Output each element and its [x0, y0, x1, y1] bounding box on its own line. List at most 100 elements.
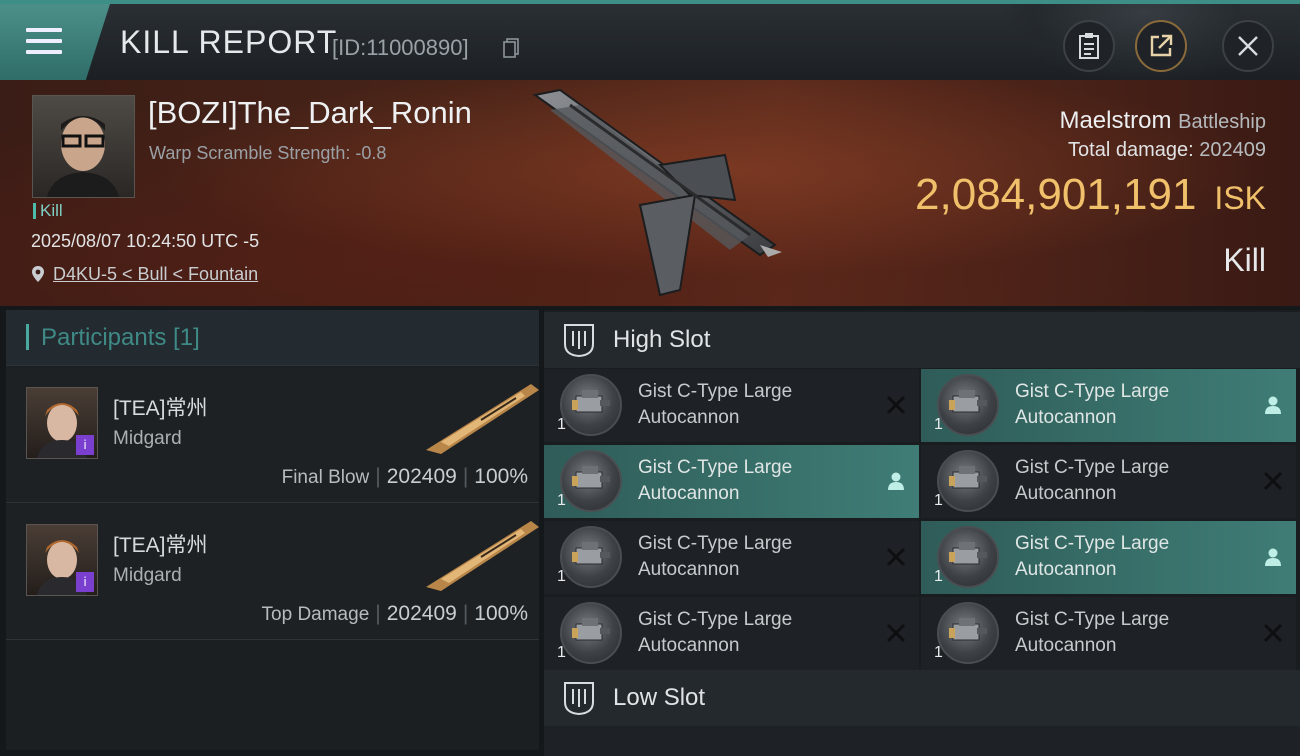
- module-name: Gist C-Type Large Autocannon: [638, 533, 793, 580]
- autocannon-icon: [560, 526, 622, 588]
- close-button[interactable]: [1222, 20, 1274, 72]
- participant-percent: 100%: [474, 602, 528, 625]
- module-name: Gist C-Type Large Autocannon: [1015, 533, 1170, 580]
- module-name: Gist C-Type Large Autocannon: [1015, 457, 1170, 504]
- module-quantity: 1: [557, 568, 566, 585]
- faction-badge-icon: i: [76, 572, 94, 592]
- destroyed-x-icon: [886, 623, 906, 643]
- warp-scramble-strength: Warp Scramble Strength: -0.8: [149, 143, 387, 163]
- weapon-icon: [426, 521, 539, 591]
- total-damage: Total damage: 202409: [1068, 139, 1266, 162]
- kill-datetime: 2025/08/07 10:24:50 UTC -5: [31, 231, 260, 251]
- faction-badge-icon: i: [76, 435, 94, 455]
- participant-ship: Midgard: [113, 428, 182, 449]
- menu-button[interactable]: [0, 4, 110, 80]
- ship-image: [532, 88, 782, 297]
- autocannon-icon: [937, 374, 999, 436]
- kill-location[interactable]: D4KU-5 < Bull < Fountain: [31, 264, 258, 285]
- module-quantity: 1: [934, 568, 943, 585]
- module-name: Gist C-Type Large Autocannon: [638, 609, 793, 656]
- module-name: Gist C-Type Large Autocannon: [638, 457, 793, 504]
- module-quantity: 1: [557, 644, 566, 661]
- share-icon: [1150, 34, 1173, 57]
- module-slot[interactable]: 1 Gist C-Type Large Autocannon: [544, 445, 919, 518]
- total-damage-value: 202409: [1199, 139, 1266, 161]
- top-bar: KILL REPORT [ID:11000890]: [0, 0, 1300, 84]
- dropped-person-icon: [1265, 396, 1281, 414]
- module-quantity: 1: [557, 416, 566, 433]
- low-slot-title: Low Slot: [613, 684, 706, 711]
- isk-unit: ISK: [1214, 180, 1266, 216]
- dropped-person-icon: [888, 472, 904, 490]
- location-pin-icon: [32, 266, 44, 282]
- portrait-icon: [47, 116, 119, 197]
- participant-role: Top Damage: [261, 604, 370, 625]
- destroyed-x-icon: [886, 395, 906, 415]
- participant-name[interactable]: [TEA]常州: [113, 392, 208, 422]
- module-quantity: 1: [934, 492, 943, 509]
- participant-percent: 100%: [474, 465, 528, 488]
- page-title: KILL REPORT: [120, 24, 338, 60]
- victim-banner: [BOZI]The_Dark_Ronin Warp Scramble Stren…: [0, 80, 1300, 306]
- high-slot-icon: [564, 324, 594, 358]
- isk-amount: 2,084,901,191: [915, 170, 1197, 219]
- autocannon-icon: [560, 374, 622, 436]
- low-slot-header[interactable]: Low Slot: [544, 670, 1300, 726]
- participant-name[interactable]: [TEA]常州: [113, 529, 208, 559]
- ship-type[interactable]: Maelstrom Battleship: [1059, 107, 1266, 135]
- location-link[interactable]: D4KU-5 < Bull < Fountain: [53, 264, 258, 284]
- high-slot-header[interactable]: High Slot: [544, 312, 1300, 368]
- autocannon-icon: [560, 602, 622, 664]
- copy-icon[interactable]: [503, 38, 519, 58]
- autocannon-icon: [937, 526, 999, 588]
- participants-header: Participants [1]: [6, 310, 539, 366]
- kill-tag: Kill: [33, 202, 63, 219]
- participants-title: Participants [1]: [41, 324, 200, 351]
- module-name: Gist C-Type Large Autocannon: [1015, 381, 1170, 428]
- participant-stats: Top Damage | 202409 | 100%: [261, 602, 528, 625]
- module-slot[interactable]: 1 Gist C-Type Large Autocannon: [921, 597, 1296, 670]
- module-quantity: 1: [557, 492, 566, 509]
- autocannon-icon: [937, 602, 999, 664]
- module-quantity: 1: [934, 644, 943, 661]
- participants-panel: Participants [1] i [TEA]常州 Midgard Final…: [6, 310, 539, 750]
- high-slot-title: High Slot: [613, 326, 711, 353]
- ship-class: Battleship: [1178, 111, 1266, 133]
- participant-stats: Final Blow | 202409 | 100%: [281, 465, 528, 488]
- share-button[interactable]: [1135, 20, 1187, 72]
- destroyed-x-icon: [1263, 471, 1283, 491]
- module-name: Gist C-Type Large Autocannon: [638, 381, 793, 428]
- clipboard-button[interactable]: [1063, 20, 1115, 72]
- header-accent-bar: [26, 324, 29, 350]
- background-planet: [1000, 4, 1240, 84]
- module-name: Gist C-Type Large Autocannon: [1015, 609, 1170, 656]
- total-damage-label: Total damage:: [1068, 139, 1194, 161]
- participant-damage: 202409: [386, 465, 457, 488]
- module-slot[interactable]: 1 Gist C-Type Large Autocannon: [544, 597, 919, 670]
- module-slot[interactable]: 1 Gist C-Type Large Autocannon: [544, 521, 919, 594]
- destroyed-x-icon: [1263, 623, 1283, 643]
- victim-name[interactable]: [BOZI]The_Dark_Ronin: [148, 95, 472, 131]
- module-slot[interactable]: 1 Gist C-Type Large Autocannon: [921, 369, 1296, 442]
- participant-role: Final Blow: [281, 467, 370, 488]
- menu-icon: [26, 28, 62, 54]
- report-id: [ID:11000890]: [332, 35, 469, 60]
- clipboard-icon: [1079, 33, 1099, 59]
- ship-name: Maelstrom: [1059, 107, 1172, 134]
- weapon-icon: [426, 384, 539, 454]
- victim-avatar[interactable]: [32, 95, 135, 198]
- isk-value: 2,084,901,191 ISK: [915, 170, 1266, 220]
- module-slot[interactable]: 1 Gist C-Type Large Autocannon: [544, 369, 919, 442]
- participant-row[interactable]: i [TEA]常州 Midgard Final Blow | 202409 | 100%: [6, 367, 539, 503]
- autocannon-icon: [560, 450, 622, 512]
- low-slot-row-partial[interactable]: [544, 726, 1300, 756]
- participant-row[interactable]: i [TEA]常州 Midgard Top Damage | 202409 | 100%: [6, 504, 539, 640]
- module-quantity: 1: [934, 416, 943, 433]
- low-slot-icon: [564, 682, 594, 716]
- autocannon-icon: [937, 450, 999, 512]
- kill-type: Kill: [1223, 242, 1266, 278]
- destroyed-x-icon: [886, 547, 906, 567]
- module-slot[interactable]: 1 Gist C-Type Large Autocannon: [921, 445, 1296, 518]
- module-slot[interactable]: 1 Gist C-Type Large Autocannon: [921, 521, 1296, 594]
- close-icon: [1238, 36, 1258, 56]
